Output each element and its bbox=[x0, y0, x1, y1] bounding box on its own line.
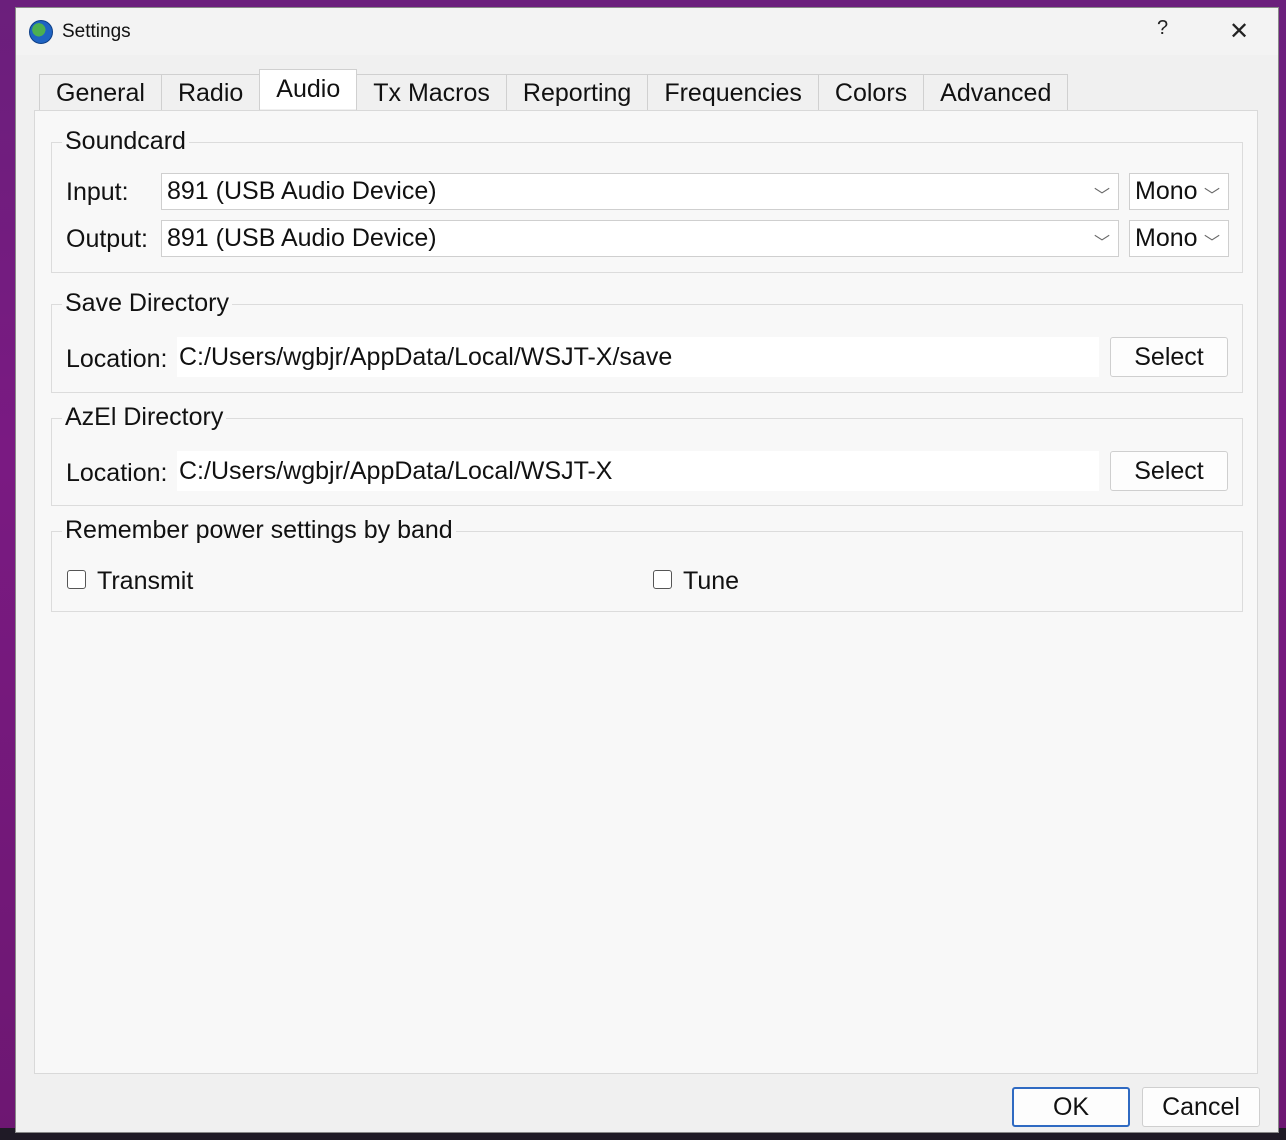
tab-advanced[interactable]: Advanced bbox=[923, 74, 1069, 111]
save-location-label: Location: bbox=[66, 345, 168, 373]
chevron-down-icon: ﹀ bbox=[1093, 235, 1110, 252]
power-settings-group: Remember power settings by band Transmit… bbox=[51, 516, 1243, 612]
transmit-label: Transmit bbox=[97, 567, 194, 595]
soundcard-title: Soundcard bbox=[62, 127, 189, 156]
chevron-down-icon: ﹀ bbox=[1203, 188, 1220, 205]
output-device-value: 891 (USB Audio Device) bbox=[167, 224, 437, 252]
azel-directory-title: AzEl Directory bbox=[62, 403, 227, 432]
azel-location-field[interactable]: C:/Users/wgbjr/AppData/Local/WSJT-X bbox=[177, 451, 1099, 491]
power-settings-title: Remember power settings by band bbox=[62, 516, 456, 545]
save-select-button[interactable]: Select bbox=[1110, 337, 1228, 377]
chevron-down-icon: ﹀ bbox=[1093, 188, 1110, 205]
tab-frequencies[interactable]: Frequencies bbox=[647, 74, 819, 111]
tab-audio[interactable]: Audio bbox=[259, 69, 358, 109]
input-device-value: 891 (USB Audio Device) bbox=[167, 177, 437, 205]
azel-select-button[interactable]: Select bbox=[1110, 451, 1228, 491]
help-button[interactable]: ? bbox=[1157, 17, 1168, 40]
save-directory-title: Save Directory bbox=[62, 289, 232, 318]
output-device-select[interactable]: 891 (USB Audio Device) ﹀ bbox=[161, 220, 1119, 257]
save-directory-group: Save Directory Location: C:/Users/wgbjr/… bbox=[51, 289, 1243, 393]
ok-button[interactable]: OK bbox=[1012, 1087, 1130, 1127]
tune-checkbox[interactable] bbox=[653, 570, 672, 589]
input-label: Input: bbox=[66, 178, 129, 206]
close-icon[interactable]: ✕ bbox=[1229, 17, 1249, 46]
tab-colors[interactable]: Colors bbox=[817, 74, 925, 111]
tab-tx-macros[interactable]: Tx Macros bbox=[356, 74, 507, 111]
tune-label: Tune bbox=[683, 567, 740, 595]
output-channel-select[interactable]: Mono ﹀ bbox=[1129, 220, 1229, 257]
input-channel-select[interactable]: Mono ﹀ bbox=[1129, 173, 1229, 210]
output-channel-value: Mono bbox=[1135, 224, 1198, 252]
settings-dialog: Settings ? ✕ General Radio Audio Tx Macr… bbox=[15, 7, 1279, 1133]
output-label: Output: bbox=[66, 225, 148, 253]
tab-reporting[interactable]: Reporting bbox=[505, 74, 649, 111]
tab-bar: General Radio Audio Tx Macros Reporting … bbox=[39, 69, 1069, 112]
soundcard-group: Soundcard Input: 891 (USB Audio Device) … bbox=[51, 127, 1243, 273]
azel-directory-group: AzEl Directory Location: C:/Users/wgbjr/… bbox=[51, 403, 1243, 506]
transmit-checkbox[interactable] bbox=[67, 570, 86, 589]
input-channel-value: Mono bbox=[1135, 177, 1198, 205]
tab-radio[interactable]: Radio bbox=[160, 74, 261, 111]
azel-location-label: Location: bbox=[66, 459, 168, 487]
tab-general[interactable]: General bbox=[39, 74, 162, 111]
app-globe-icon bbox=[29, 19, 53, 44]
chevron-down-icon: ﹀ bbox=[1203, 235, 1220, 252]
title-bar: Settings ? ✕ bbox=[16, 8, 1278, 55]
input-device-select[interactable]: 891 (USB Audio Device) ﹀ bbox=[161, 173, 1119, 210]
audio-panel: Soundcard Input: 891 (USB Audio Device) … bbox=[34, 110, 1258, 1074]
save-location-field[interactable]: C:/Users/wgbjr/AppData/Local/WSJT-X/save bbox=[177, 337, 1099, 377]
window-title: Settings bbox=[62, 20, 131, 42]
cancel-button[interactable]: Cancel bbox=[1142, 1087, 1260, 1127]
